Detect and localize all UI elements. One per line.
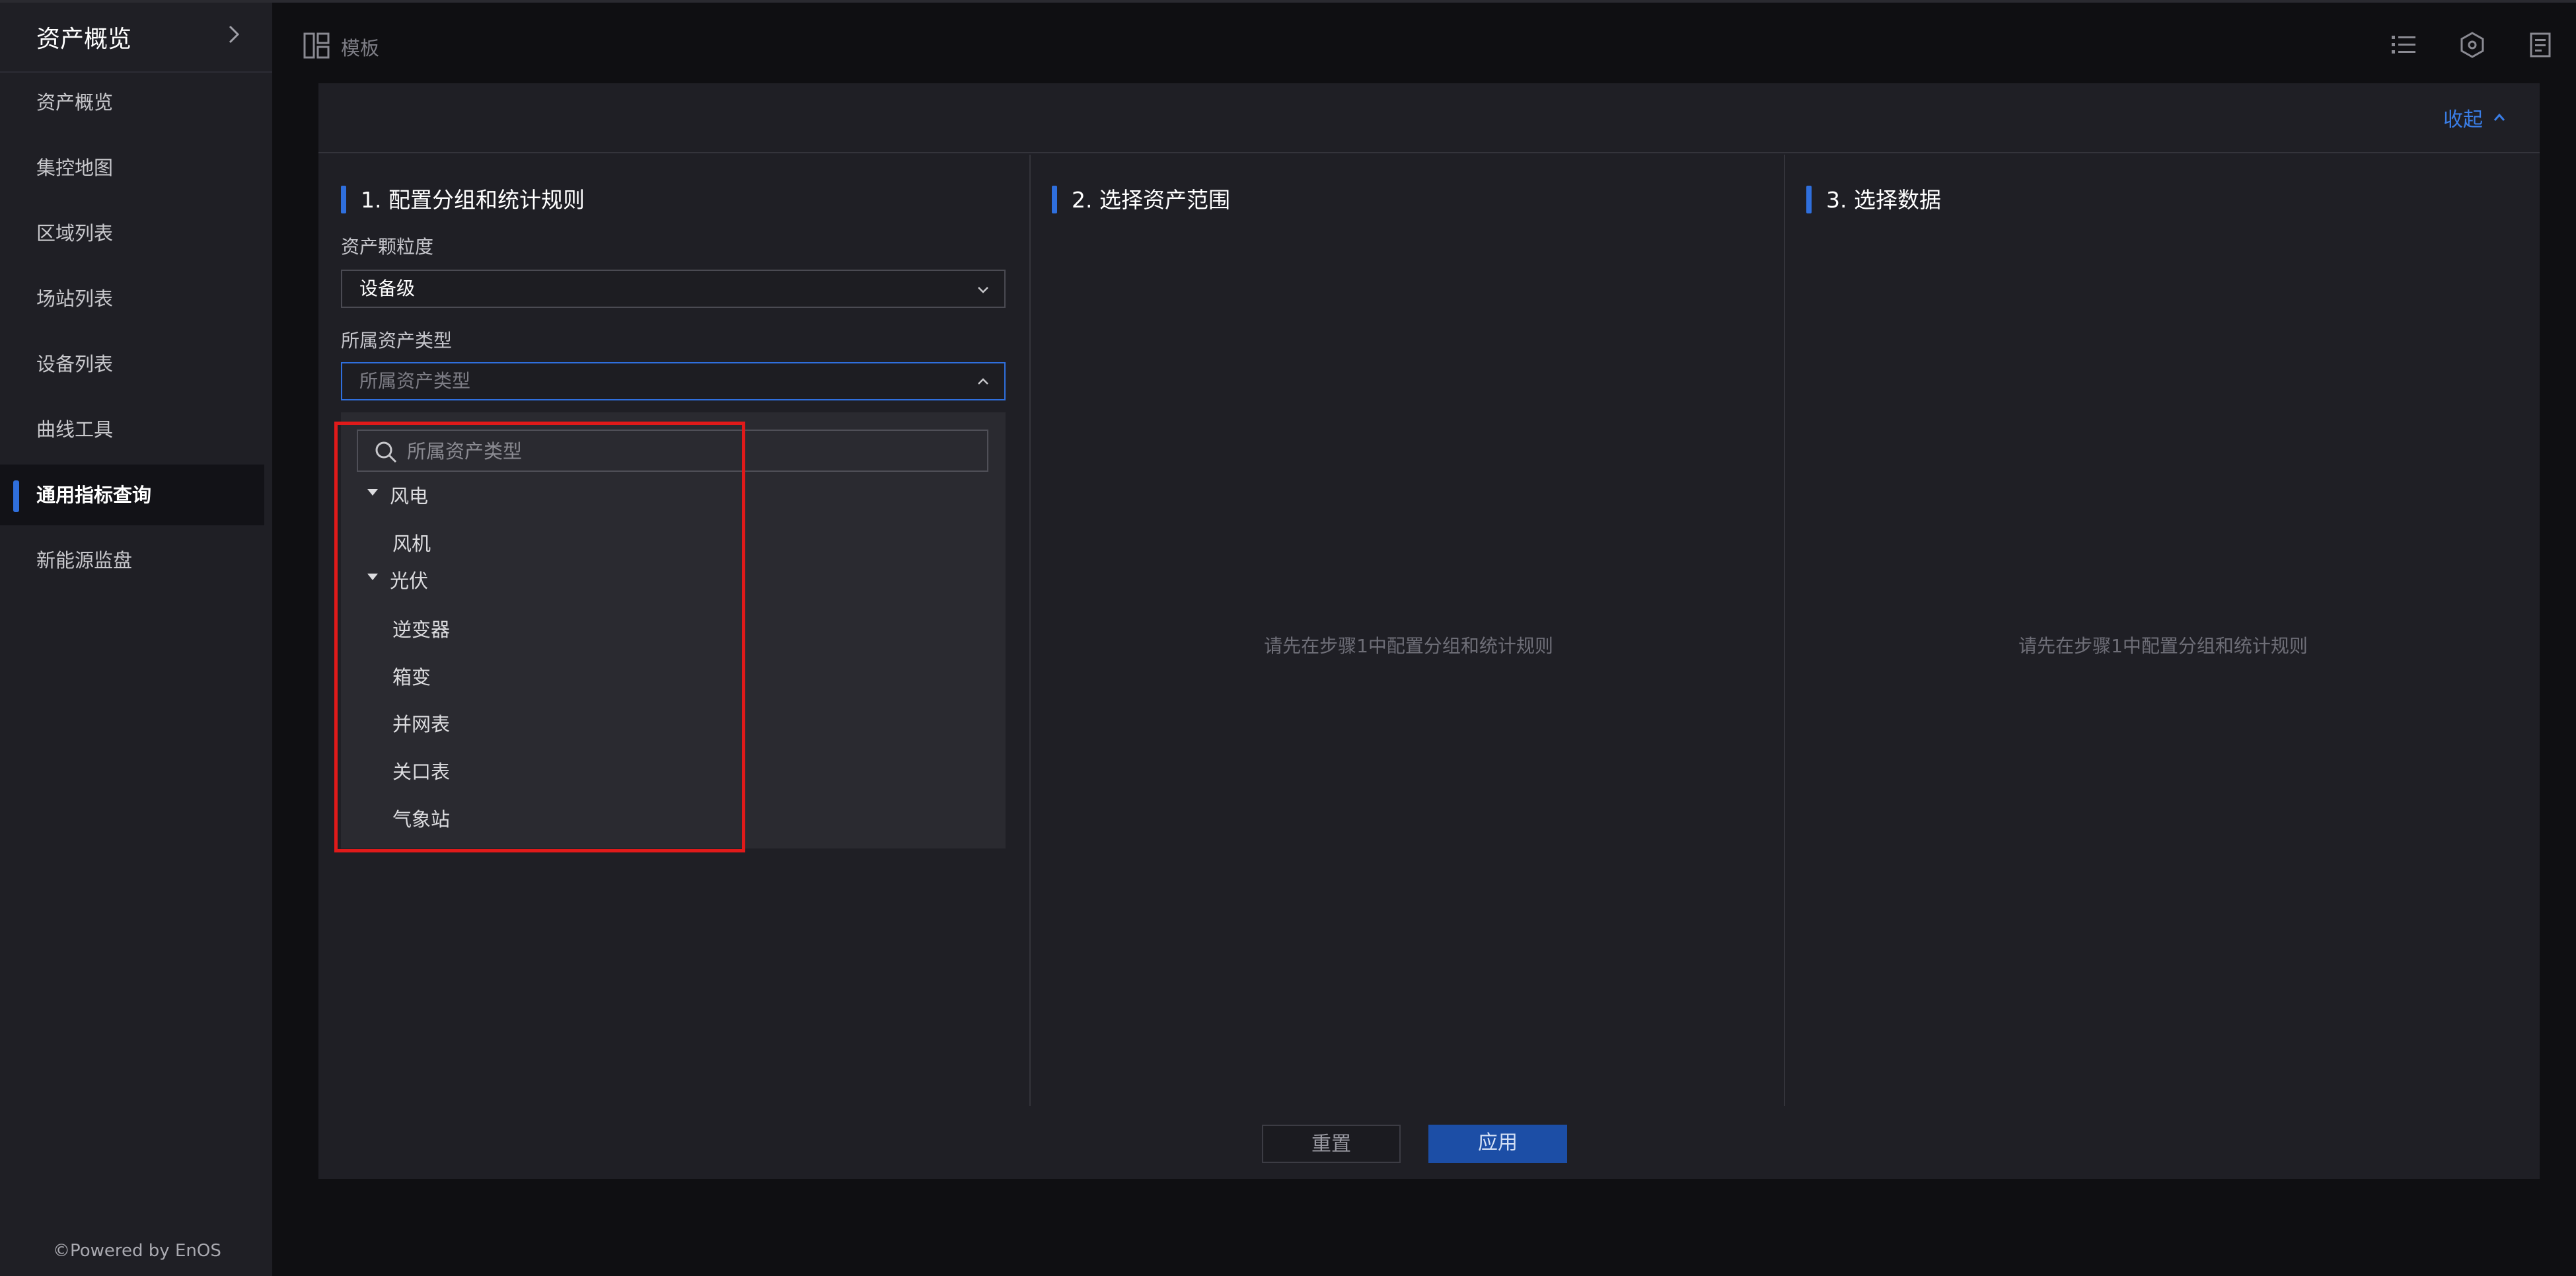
dropdown-search-input[interactable]	[406, 431, 976, 472]
tree-item-inverter[interactable]: 逆变器	[392, 615, 450, 642]
tree-item-turbine[interactable]: 风机	[392, 529, 431, 556]
collapse-button[interactable]: 收起	[2443, 103, 2507, 132]
powered-by: ©Powered by EnOS	[53, 1241, 221, 1261]
chevron-up-icon	[978, 378, 988, 385]
chevron-right-icon[interactable]	[223, 24, 244, 45]
sidebar-item-general-metric-query[interactable]: 通用指标查询	[0, 465, 264, 525]
sidebar-item-label: 通用指标查询	[36, 484, 152, 506]
step3-title: 3. 选择数据	[1806, 182, 1941, 214]
sidebar-item-region-list[interactable]: 区域列表	[0, 203, 264, 264]
layout-template-icon[interactable]	[303, 32, 330, 59]
sidebar-item-label: 曲线工具	[36, 418, 114, 441]
caret-down-icon[interactable]	[367, 489, 378, 496]
top-border	[0, 0, 2576, 3]
sidebar-item-label: 场站列表	[36, 287, 114, 310]
hexagon-settings-icon[interactable]	[2459, 32, 2485, 58]
granularity-value: 设备级	[359, 278, 416, 299]
column-divider	[1784, 155, 1785, 1106]
title-accent-bar	[341, 185, 346, 213]
sidebar-item-label: 资产概览	[36, 91, 114, 114]
tree-item-weather-station[interactable]: 气象站	[392, 804, 450, 832]
tree-item-box-transformer[interactable]: 箱变	[392, 662, 431, 690]
step2-column: 2. 选择资产范围 请先在步骤1中配置分组和统计规则	[1052, 155, 1765, 1106]
tree-item-grid-meter[interactable]: 并网表	[392, 709, 450, 737]
step2-title-text: 2. 选择资产范围	[1072, 187, 1230, 213]
granularity-select[interactable]: 设备级	[341, 270, 1006, 308]
chevron-down-icon	[978, 287, 988, 293]
sidebar: 资产概览 资产概览 集控地图 区域列表 场站列表 设备列表 曲线工具 通用指标查…	[0, 0, 272, 1276]
sidebar-item-label: 区域列表	[36, 222, 114, 244]
chevron-up-icon	[2493, 113, 2505, 121]
sidebar-title: 资产概览	[36, 26, 132, 53]
sidebar-item-device-list[interactable]: 设备列表	[0, 334, 264, 394]
template-label[interactable]: 模板	[341, 33, 379, 61]
sidebar-item-curve-tool[interactable]: 曲线工具	[0, 399, 264, 460]
sidebar-item-site-list[interactable]: 场站列表	[0, 268, 264, 329]
dropdown-search-box[interactable]	[357, 430, 988, 472]
reset-button[interactable]: 重置	[1262, 1125, 1401, 1163]
active-indicator	[13, 480, 19, 512]
sidebar-item-label: 新能源监盘	[36, 549, 133, 572]
tree-item-gateway-meter[interactable]: 关口表	[392, 757, 450, 784]
search-icon	[375, 441, 397, 463]
tree-group-solar[interactable]: 光伏	[390, 566, 428, 593]
caret-down-icon[interactable]	[367, 574, 378, 580]
document-icon[interactable]	[2528, 32, 2554, 58]
collapse-label: 收起	[2443, 108, 2483, 131]
sidebar-item-label: 设备列表	[36, 353, 114, 375]
tree-group-wind[interactable]: 风电	[390, 481, 428, 509]
list-icon[interactable]	[2390, 32, 2417, 58]
asset-type-label: 所属资产类型	[341, 330, 453, 352]
sidebar-item-asset-overview[interactable]: 资产概览	[0, 72, 264, 133]
step2-empty-text: 请先在步骤1中配置分组和统计规则	[1264, 635, 1553, 657]
step3-column: 3. 选择数据 请先在步骤1中配置分组和统计规则	[1806, 155, 2520, 1106]
step1-title-text: 1. 配置分组和统计规则	[361, 187, 585, 213]
title-accent-bar	[1052, 185, 1057, 213]
column-divider	[1029, 155, 1031, 1106]
sidebar-item-new-energy-monitor[interactable]: 新能源监盘	[0, 530, 264, 591]
step3-title-text: 3. 选择数据	[1826, 187, 1941, 213]
title-accent-bar	[1806, 185, 1812, 213]
apply-button[interactable]: 应用	[1428, 1125, 1567, 1163]
asset-type-select[interactable]: 所属资产类型	[341, 362, 1006, 400]
step1-title: 1. 配置分组和统计规则	[341, 182, 585, 214]
dialog-header: 收起	[318, 83, 2540, 153]
step3-empty-text: 请先在步骤1中配置分组和统计规则	[2018, 635, 2308, 657]
asset-type-placeholder: 所属资产类型	[359, 370, 471, 392]
step2-title: 2. 选择资产范围	[1052, 182, 1230, 214]
sidebar-item-control-map[interactable]: 集控地图	[0, 137, 264, 198]
sidebar-item-label: 集控地图	[36, 157, 114, 179]
granularity-label: 资产颗粒度	[341, 236, 434, 258]
